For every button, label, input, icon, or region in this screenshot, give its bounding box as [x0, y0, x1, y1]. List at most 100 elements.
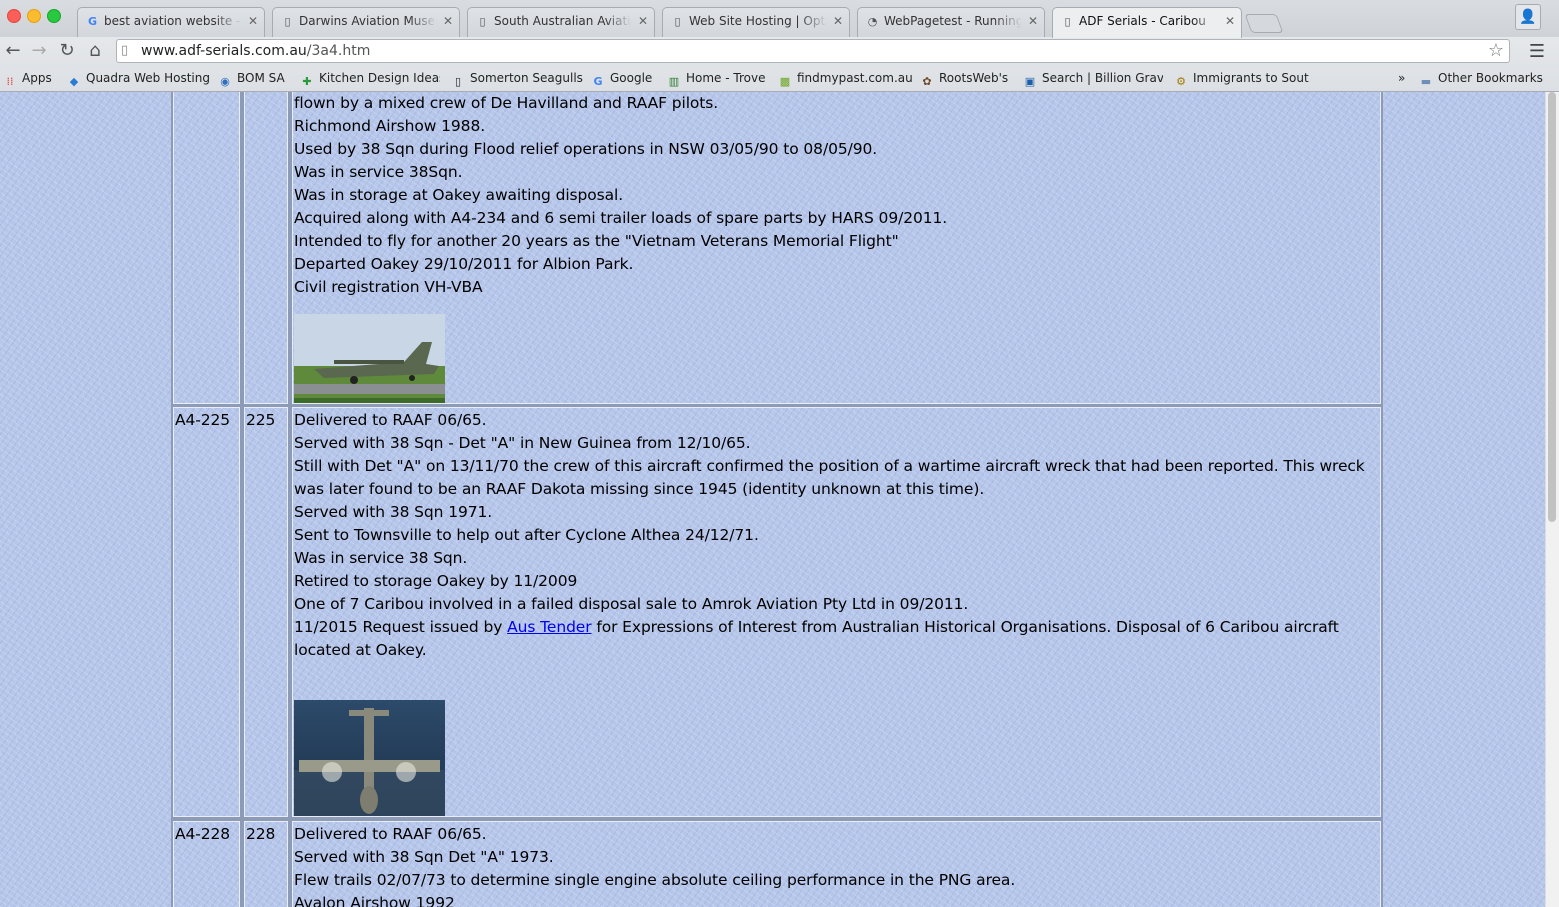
google-icon: G — [593, 75, 603, 88]
history-line: Civil registration VH-VBA — [294, 278, 483, 296]
bookmark-somerton-seagulls[interactable]: ▯ Somerton Seagulls — [451, 71, 583, 89]
gauge-icon: ◔ — [867, 15, 878, 28]
bookmark-apps[interactable]: ⁞⁞ Apps — [3, 71, 52, 89]
tab-close-icon[interactable]: ✕ — [1225, 14, 1235, 28]
history-line: Was in service 38 Sqn. — [294, 549, 468, 567]
history-line: was later found to be an RAAF Dakota mis… — [294, 480, 985, 498]
tab-close-icon[interactable]: ✕ — [638, 14, 648, 28]
history-line: Was in service 38Sqn. — [294, 163, 463, 181]
history-text: flown by a mixed crew of De Havilland an… — [294, 92, 947, 299]
history-line: Served with 38 Sqn - Det "A" in New Guin… — [294, 434, 751, 452]
history-cell: Delivered to RAAF 06/65. Served with 38 … — [290, 819, 1383, 907]
page-icon: ▯ — [121, 43, 129, 58]
google-icon: G — [87, 15, 98, 28]
trove-icon: ▥ — [668, 75, 680, 88]
history-line: Retired to storage Oakey by 11/2009 — [294, 572, 578, 590]
bookmark-home-trove[interactable]: ▥ Home - Trove — [667, 71, 766, 89]
tab-south-australian-aviation[interactable]: ▯ South Australian Aviation M ✕ — [467, 7, 655, 37]
kitchen-icon: ✚ — [302, 75, 312, 88]
bookmark-google[interactable]: G Google — [591, 71, 652, 89]
profile-icon[interactable]: 👤 — [1515, 4, 1541, 30]
window-close-button[interactable] — [7, 9, 21, 23]
bookmark-kitchen-design[interactable]: ✚ Kitchen Design Ideas — [300, 71, 440, 89]
history-line: Acquired along with A4-234 and 6 semi tr… — [294, 209, 948, 227]
reload-icon[interactable]: ↻ — [56, 40, 78, 62]
window-minimize-button[interactable] — [27, 9, 41, 23]
page-icon: ▯ — [1064, 15, 1071, 28]
folder-icon: ▬ — [1420, 75, 1432, 88]
findmypast-icon: ▩ — [779, 75, 791, 88]
aus-tender-link[interactable]: Aus Tender — [507, 618, 591, 636]
airframe-number: 225 — [246, 411, 276, 429]
history-line: Avalon Airshow 1992 — [294, 894, 455, 907]
serial-number: A4-228 — [175, 825, 231, 843]
tab-close-icon[interactable]: ✕ — [248, 14, 258, 28]
serial-number: A4-225 — [175, 411, 231, 429]
serial-cell: A4-225 — [171, 405, 242, 819]
quadra-icon: ◆ — [69, 75, 79, 88]
bookmarks-overflow-chevron-icon[interactable]: » — [1398, 71, 1405, 85]
history-cell: flown by a mixed crew of De Havilland an… — [290, 92, 1383, 406]
history-line: Still with Det "A" on 13/11/70 the crew … — [294, 457, 1365, 475]
history-line: Departed Oakey 29/10/2011 for Albion Par… — [294, 255, 634, 273]
page-icon: ▯ — [479, 15, 486, 28]
rootsweb-icon: ✿ — [922, 75, 932, 88]
caribou-on-runway-photo[interactable] — [294, 314, 445, 403]
bookmark-findmypast[interactable]: ▩ findmypast.com.au — [778, 71, 913, 89]
number-cell: 225 — [242, 405, 290, 819]
history-cell: Delivered to RAAF 06/65. Served with 38 … — [290, 405, 1383, 819]
history-text: Delivered to RAAF 06/65. Served with 38 … — [294, 823, 1015, 907]
tab-adf-serials-caribou[interactable]: ▯ ADF Serials - Caribou ✕ — [1052, 7, 1242, 38]
tab-web-site-hosting[interactable]: ▯ Web Site Hosting | Optical ✕ — [662, 7, 850, 37]
history-text: Delivered to RAAF 06/65. Served with 38 … — [294, 409, 1365, 662]
scrollbar-thumb[interactable] — [1548, 92, 1556, 522]
serial-cell: A4-228 — [171, 819, 242, 907]
browser-chrome: G best aviation website - Goo ✕ ▯ Darwin… — [0, 0, 1559, 92]
new-tab-button[interactable] — [1244, 14, 1284, 33]
history-line: One of 7 Caribou involved in a failed di… — [294, 595, 969, 613]
bookmark-billion-graves[interactable]: ▣ Search | Billion Grave — [1023, 71, 1163, 89]
back-arrow-icon[interactable]: ← — [2, 40, 24, 62]
bookmark-immigrants[interactable]: ⚙ Immigrants to South — [1174, 71, 1309, 89]
caribou-overhead-photo[interactable] — [294, 700, 445, 816]
history-line: Delivered to RAAF 06/65. — [294, 825, 487, 843]
history-line: Delivered to RAAF 06/65. — [294, 411, 487, 429]
tab-close-icon[interactable]: ✕ — [833, 14, 843, 28]
history-line: located at Oakey. — [294, 641, 427, 659]
bookmarks-bar: ⁞⁞ Apps ◆ Quadra Web Hosting ◉ BOM SA ✚ Kitc… — [0, 67, 1559, 91]
forward-arrow-icon[interactable]: → — [28, 40, 50, 62]
history-line: Flew trails 02/07/73 to determine single… — [294, 871, 1016, 889]
tab-darwins-aviation[interactable]: ▯ Darwins Aviation Museum | ✕ — [272, 7, 460, 37]
page-icon: ▯ — [454, 75, 462, 88]
menu-icon[interactable]: ☰ — [1529, 41, 1545, 62]
tab-close-icon[interactable]: ✕ — [1028, 14, 1038, 28]
url-text[interactable]: www.adf-serials.com.au/3a4.htm — [141, 43, 370, 59]
history-line: Richmond Airshow 1988. — [294, 117, 486, 135]
billiongraves-icon: ▣ — [1024, 75, 1036, 88]
airframe-number: 228 — [246, 825, 276, 843]
bookmark-star-icon[interactable]: ☆ — [1488, 40, 1504, 61]
bookmark-rootsweb[interactable]: ✿ RootsWeb's — [920, 71, 1008, 89]
navigation-bar: ← → ↻ ⌂ ▯ www.adf-serials.com.au/3a4.htm… — [0, 37, 1559, 67]
page-icon: ▯ — [674, 15, 681, 28]
history-line: Used by 38 Sqn during Flood relief opera… — [294, 140, 878, 158]
window-maximize-button[interactable] — [47, 9, 61, 23]
other-bookmarks[interactable]: ▬ Other Bookmarks — [1419, 71, 1543, 89]
tab-webpagetest[interactable]: ◔ WebPagetest - Running we ✕ — [857, 7, 1045, 37]
apps-grid-icon: ⁞⁞ — [6, 75, 14, 88]
address-bar[interactable]: ▯ www.adf-serials.com.au/3a4.htm ☆ — [116, 39, 1510, 63]
tab-strip: G best aviation website - Goo ✕ ▯ Darwin… — [0, 0, 1559, 38]
home-icon[interactable]: ⌂ — [84, 40, 106, 62]
page-content: flown by a mixed crew of De Havilland an… — [0, 92, 1545, 907]
number-cell: 228 — [242, 819, 290, 907]
history-line: Served with 38 Sqn 1971. — [294, 503, 493, 521]
tab-best-aviation[interactable]: G best aviation website - Goo ✕ — [77, 7, 265, 37]
history-line: Intended to fly for another 20 years as … — [294, 232, 899, 250]
bookmark-quadra-web-hosting[interactable]: ◆ Quadra Web Hosting — [67, 71, 210, 89]
serial-cell — [171, 92, 242, 406]
number-cell — [242, 92, 290, 406]
history-line: Sent to Townsville to help out after Cyc… — [294, 526, 759, 544]
bookmark-bom-sa[interactable]: ◉ BOM SA — [218, 71, 285, 89]
vertical-scrollbar[interactable] — [1545, 92, 1559, 907]
tab-close-icon[interactable]: ✕ — [443, 14, 453, 28]
